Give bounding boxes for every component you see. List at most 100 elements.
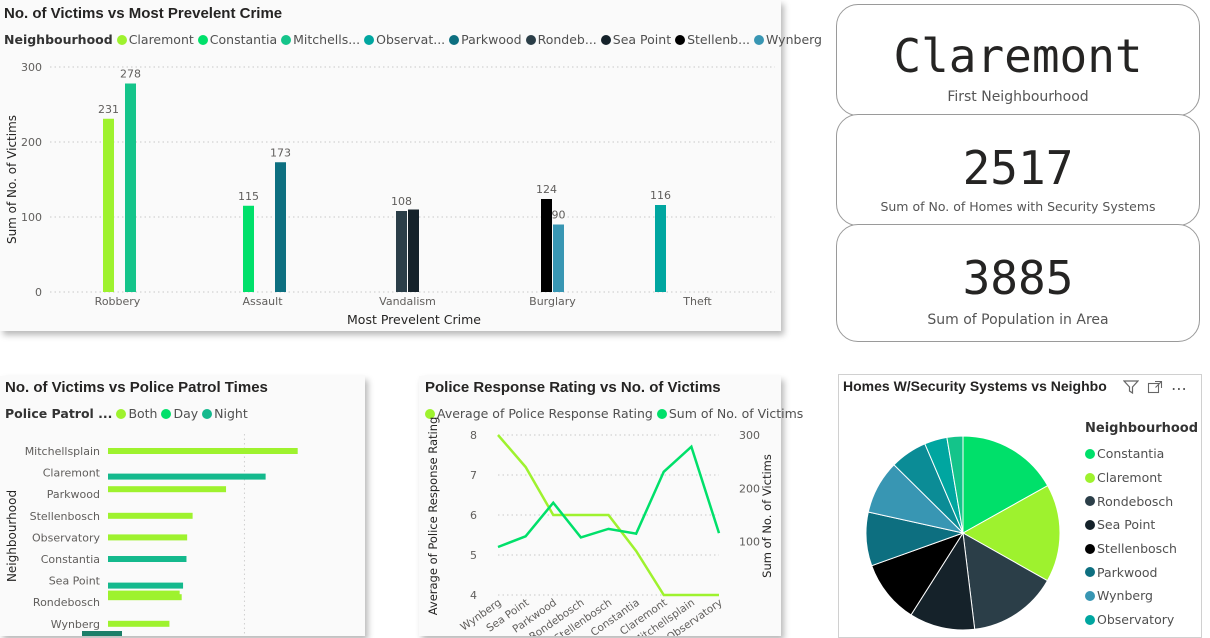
- response-vs-victims-chart[interactable]: Police Response Rating vs No. of Victims…: [419, 376, 803, 636]
- bar-theft-observatory: [655, 205, 666, 292]
- y-axis-title: Neighbourhood: [5, 490, 19, 582]
- x-tick-label: Theft: [682, 295, 712, 308]
- focus-mode-icon[interactable]: [1147, 380, 1163, 398]
- bar-assault-parkwood: [275, 162, 286, 292]
- legend-item-wynberg[interactable]: Wynberg: [1085, 584, 1198, 608]
- legend-item-claremont[interactable]: Claremont: [1085, 466, 1198, 490]
- y-axis-title: Sum of No. of Victims: [5, 115, 19, 244]
- legend-label: Sea Point: [1097, 517, 1156, 533]
- response-vs-victims-plot: 4 5 6 7 8 100 200 300 Average of Police Response…: [426, 417, 774, 636]
- x-tick-label: Assault: [242, 295, 283, 308]
- y-tick-label: Wynberg: [51, 618, 100, 631]
- data-label: 124: [536, 183, 557, 196]
- card-first-neighbourhood-label: First Neighbourhood: [947, 89, 1089, 105]
- y-tick-label: 100: [21, 211, 42, 224]
- card-homes-security[interactable]: 2517 Sum of No. of Homes with Security S…: [836, 114, 1200, 226]
- y-tick-label: 8: [470, 429, 477, 442]
- bar-parkwood: [108, 486, 227, 493]
- x-axis-title: Most Prevelent Crime: [347, 312, 481, 327]
- data-label: 116: [650, 189, 671, 202]
- card-homes-security-label: Sum of No. of Homes with Security System…: [880, 199, 1156, 214]
- data-label: 231: [98, 103, 119, 116]
- legend-item-rondebosch[interactable]: Rondebosch: [1085, 489, 1198, 513]
- bar-stellenbosch: [108, 512, 193, 519]
- y-tick-label: 300: [21, 61, 42, 74]
- legend-label: Constantia: [1097, 446, 1165, 462]
- card-first-neighbourhood[interactable]: Claremont First Neighbourhood: [836, 4, 1200, 116]
- card-first-neighbourhood-value: Claremont: [893, 29, 1143, 83]
- line-victims: [497, 444, 721, 549]
- bar-mitchellsplain: [108, 448, 298, 454]
- x-tick-label: Burglary: [529, 295, 576, 308]
- bar-wynberg: [108, 620, 170, 627]
- pie-legend: Neighbourhood Constantia Claremont Rondebo…: [1085, 421, 1198, 632]
- legend-swatch: [1085, 614, 1095, 625]
- y-tick-label: Mitchellsplain: [25, 445, 100, 458]
- data-label: 90: [552, 209, 566, 222]
- y-tick-label: Rondebosch: [33, 596, 100, 609]
- card-population-value: 3885: [962, 251, 1074, 305]
- bar-vandalism-sea-point: [408, 209, 419, 292]
- pie-plot: [865, 435, 1061, 631]
- legend-label: Claremont: [1097, 470, 1163, 486]
- legend-label: Wynberg: [1097, 588, 1153, 604]
- data-label: 173: [270, 146, 291, 159]
- card-homes-security-value: 2517: [962, 141, 1074, 195]
- filter-icon[interactable]: [1122, 379, 1140, 398]
- legend-swatch: [1085, 472, 1095, 483]
- y2-tick-label: 100: [739, 536, 760, 549]
- homes-security-pie-chart[interactable]: Homes W/Security Systems vs Neighbo ⋯ Ne…: [838, 374, 1202, 638]
- legend-swatch: [1085, 496, 1095, 507]
- legend-label: Rondebosch: [1097, 493, 1174, 509]
- page-tab-indicator: [82, 631, 122, 636]
- y-tick-label: Observatory: [32, 531, 100, 544]
- victims-vs-patrol-chart[interactable]: No. of Victims vs Police Patrol Times Po…: [0, 376, 365, 636]
- y2-tick-label: 300: [739, 429, 760, 442]
- y-tick-label: Claremont: [43, 467, 101, 480]
- legend-item-stellenbosch[interactable]: Stellenbosch: [1085, 537, 1198, 561]
- more-options-icon[interactable]: ⋯: [1171, 379, 1188, 398]
- bar-constantia: [108, 556, 187, 562]
- data-label: 278: [120, 68, 141, 81]
- pie-legend-title: Neighbourhood: [1085, 421, 1199, 436]
- data-label: 115: [238, 190, 259, 203]
- x-tick-label: Vandalism: [379, 295, 436, 308]
- legend-label: Stellenbosch: [1097, 541, 1177, 557]
- legend-item-parkwood[interactable]: Parkwood: [1085, 560, 1198, 584]
- bar-burglary-wynberg: [553, 224, 564, 292]
- y-axis-title: Average of Police Response Rating: [426, 417, 440, 616]
- y2-tick-label: 200: [739, 482, 760, 495]
- y-tick-label: 6: [470, 509, 477, 522]
- legend-swatch: [1085, 590, 1095, 601]
- y-tick-label: Constantia: [41, 553, 100, 566]
- legend-swatch: [1085, 543, 1095, 554]
- bar-robbery-mitchellsplain: [125, 83, 136, 292]
- legend-item-observatory[interactable]: Observatory: [1085, 608, 1198, 632]
- y2-axis-title: Sum of No. of Victims: [760, 454, 774, 578]
- bar-observatory: [108, 534, 188, 541]
- bar-burglary-stellenbosch: [541, 199, 552, 292]
- card-population[interactable]: 3885 Sum of Population in Area: [836, 224, 1200, 342]
- bar-assault-constantia: [243, 205, 254, 292]
- y-tick-label: Stellenbosch: [30, 510, 100, 523]
- victims-vs-patrol-plot: Neighbourhood Mitchellsplain Claremont Park…: [5, 434, 298, 636]
- legend-item-constantia[interactable]: Constantia: [1085, 442, 1198, 466]
- data-label: 108: [391, 195, 412, 208]
- legend-item-sea-point[interactable]: Sea Point: [1085, 513, 1198, 537]
- legend-label: Parkwood: [1097, 564, 1158, 580]
- legend-label: Observatory: [1097, 612, 1175, 628]
- bar-robbery-claremont: [103, 118, 114, 292]
- card-population-label: Sum of Population in Area: [927, 312, 1109, 328]
- bar-claremont: [108, 473, 266, 480]
- y-tick-label: 5: [470, 549, 477, 562]
- legend-swatch: [1085, 519, 1095, 530]
- bar-sea-point: [108, 582, 184, 589]
- legend-swatch: [1085, 567, 1095, 578]
- line-response-rating: [497, 434, 719, 597]
- x-tick-label: Robbery: [95, 295, 141, 308]
- y-tick-label: Parkwood: [47, 488, 100, 501]
- y-tick-label: 0: [35, 286, 42, 299]
- bar-rondebosch: [108, 594, 182, 601]
- y-tick-label: Sea Point: [49, 575, 101, 588]
- victims-vs-crime-chart[interactable]: No. of Victims vs Most Prevelent Crime N…: [0, 0, 822, 331]
